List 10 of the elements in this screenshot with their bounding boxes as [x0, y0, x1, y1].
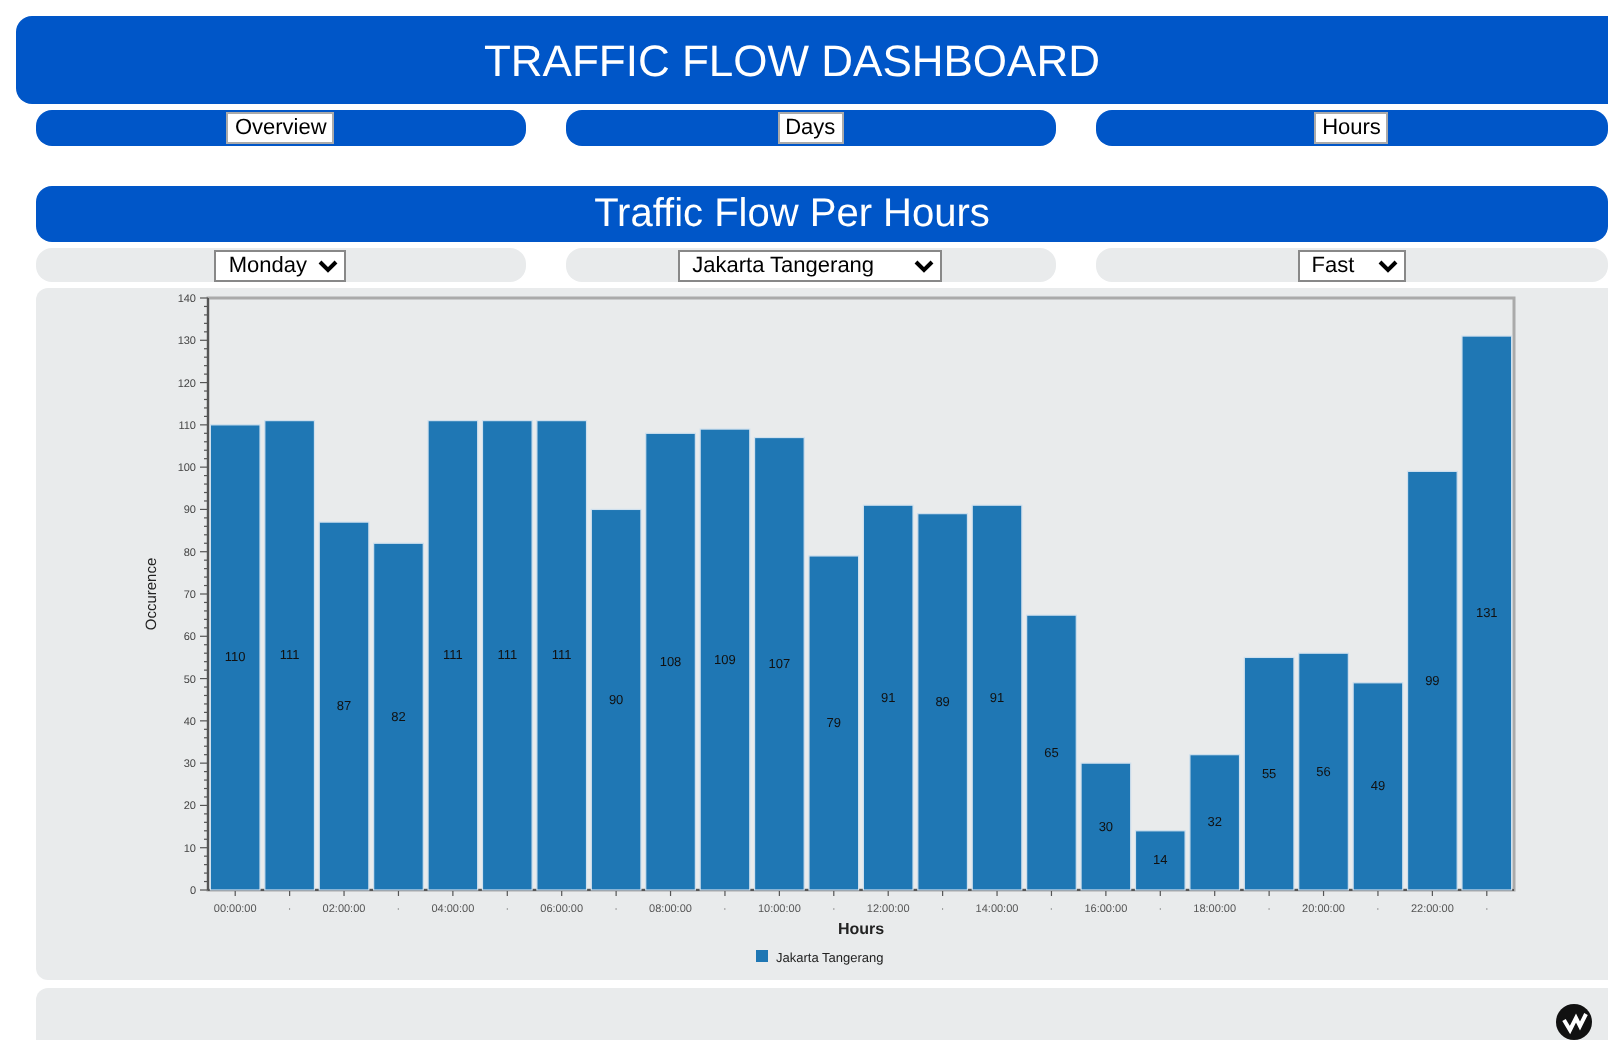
dropdown[interactable]: Fast: [1297, 249, 1406, 281]
dropdown[interactable]: Jakarta Tangerang: [678, 249, 943, 281]
legend-swatch: [756, 950, 768, 962]
section-title: Traffic Flow Per Hours: [36, 186, 1608, 242]
nav-button[interactable]: Overview: [226, 112, 335, 144]
x-axis-title: Hours: [837, 920, 885, 938]
dropdown[interactable]: Monday: [214, 249, 347, 281]
dashboard-title: TRAFFIC FLOW DASHBOARD: [16, 16, 1608, 104]
nav-button[interactable]: Hours: [1314, 112, 1389, 144]
nav-button[interactable]: Days: [777, 112, 844, 144]
